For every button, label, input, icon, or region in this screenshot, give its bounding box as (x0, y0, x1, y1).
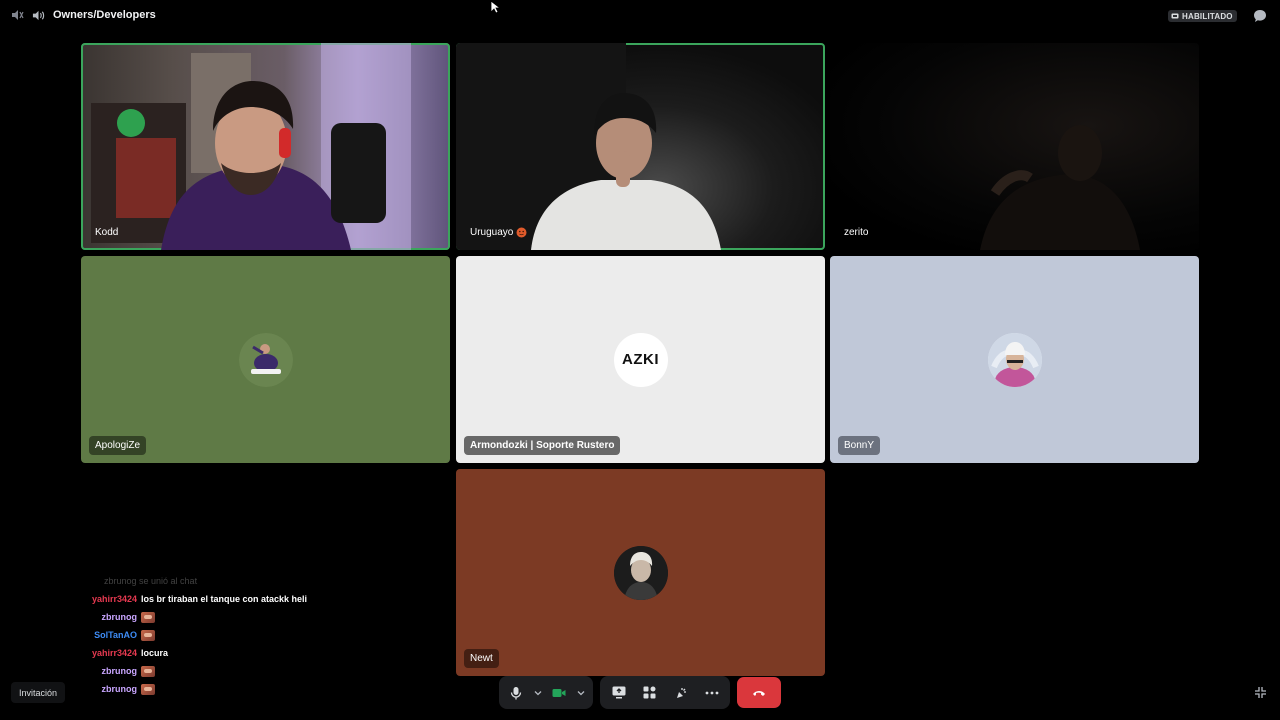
chevron-down-icon (577, 690, 585, 696)
participant-tile-bonny[interactable]: BonnY (830, 256, 1199, 463)
media-controls (499, 676, 593, 709)
speaker-icon (32, 9, 45, 22)
participant-tile-newt[interactable]: Newt (456, 469, 825, 676)
microphone-icon (510, 686, 522, 700)
video-feed (81, 43, 450, 250)
participant-name-text: Newt (470, 653, 493, 664)
chat-faded-line: zbrunog se unió al chat (104, 576, 198, 586)
screen-share-icon (612, 686, 626, 699)
chat-text: los br tiraban el tanque con atackk heli (141, 594, 308, 604)
chat-overlay: zbrunog se unió al chat yahirr3424 los b… (86, 576, 446, 698)
more-icon (705, 691, 719, 695)
avatar: AZKI (613, 332, 668, 387)
chat-icon[interactable] (1252, 8, 1268, 24)
avatar (987, 332, 1042, 387)
microphone-options-button[interactable] (532, 680, 544, 706)
status-badge-label: HABILITADO (1182, 11, 1233, 21)
activities-button[interactable] (637, 680, 662, 706)
emote-icon (141, 683, 155, 695)
disconnect-button[interactable] (737, 677, 781, 708)
chat-username: yahirr3424 (91, 594, 137, 604)
participant-name-text: Armondozki | Soporte Rustero (470, 440, 615, 451)
chat-message: zbrunog (86, 608, 446, 626)
voice-settings-icon[interactable] (10, 8, 24, 22)
video-feed (830, 43, 1199, 250)
participant-name: BonnY (838, 436, 881, 455)
participant-name: ApologiZe (89, 436, 147, 455)
chat-username: zbrunog (101, 666, 138, 676)
avatar (613, 545, 668, 600)
soundboard-button[interactable] (668, 680, 693, 706)
activities-icon (643, 686, 656, 699)
hang-up-icon (752, 689, 766, 697)
exit-fullscreen-icon[interactable] (1254, 686, 1267, 699)
participant-name: Kodd (89, 223, 124, 242)
chat-username: zbrunog (101, 684, 138, 694)
chat-username: SolTanAO (94, 630, 137, 640)
participant-tile-zerito[interactable]: zerito (830, 43, 1199, 250)
microphone-button[interactable] (505, 680, 528, 706)
more-button[interactable] (699, 680, 724, 706)
soundboard-icon (674, 686, 688, 700)
camera-options-button[interactable] (575, 680, 587, 706)
emote-icon (141, 629, 155, 641)
chat-username: zbrunog (101, 612, 138, 622)
participant-tile-uruguayo[interactable]: Uruguayo (456, 43, 825, 250)
chat-message: yahirr3424 los br tiraban el tanque con … (86, 590, 446, 608)
avatar (238, 332, 293, 387)
emote-icon (141, 665, 155, 677)
chat-message: yahirr3424 locura (86, 644, 446, 662)
participant-name-text: zerito (844, 227, 869, 238)
chat-message: zbrunog (86, 680, 446, 698)
participant-name-text: Uruguayo (470, 227, 514, 238)
participant-name-text: Kodd (95, 227, 119, 238)
participant-name-text: ApologiZe (95, 440, 141, 451)
emote-icon (141, 611, 155, 623)
chevron-down-icon (534, 690, 542, 696)
video-feed (456, 43, 825, 250)
channel-title: Owners/Developers (53, 9, 156, 21)
call-header: Owners/Developers HABILITADO (0, 0, 1280, 32)
activity-badge-icon (1171, 12, 1179, 20)
emoji-icon (516, 227, 527, 238)
avatar-text: AZKI (622, 351, 659, 368)
status-badge[interactable]: HABILITADO (1168, 10, 1237, 22)
participant-name-text: BonnY (844, 440, 875, 451)
chat-username: yahirr3424 (91, 648, 137, 658)
cursor-icon (490, 0, 500, 14)
participant-tile-armondozki[interactable]: AZKI Armondozki | Soporte Rustero (456, 256, 825, 463)
chat-text: locura (141, 648, 169, 658)
header-left: Owners/Developers (10, 8, 156, 22)
participant-name: Uruguayo (464, 223, 533, 242)
participant-name: Newt (464, 649, 499, 668)
participant-name: zerito (838, 223, 874, 242)
screen-share-button[interactable] (606, 680, 631, 706)
camera-button[interactable] (548, 680, 571, 706)
action-controls (600, 676, 730, 709)
invite-button[interactable]: Invitación (11, 682, 66, 703)
participant-tile-kodd[interactable]: Kodd (81, 43, 450, 250)
participant-tile-apologize[interactable]: ApologiZe (81, 256, 450, 463)
chat-message: SolTanAO (86, 626, 446, 644)
participant-name: Armondozki | Soporte Rustero (464, 436, 621, 455)
camera-icon (552, 688, 566, 698)
chat-message: zbrunog (86, 662, 446, 680)
